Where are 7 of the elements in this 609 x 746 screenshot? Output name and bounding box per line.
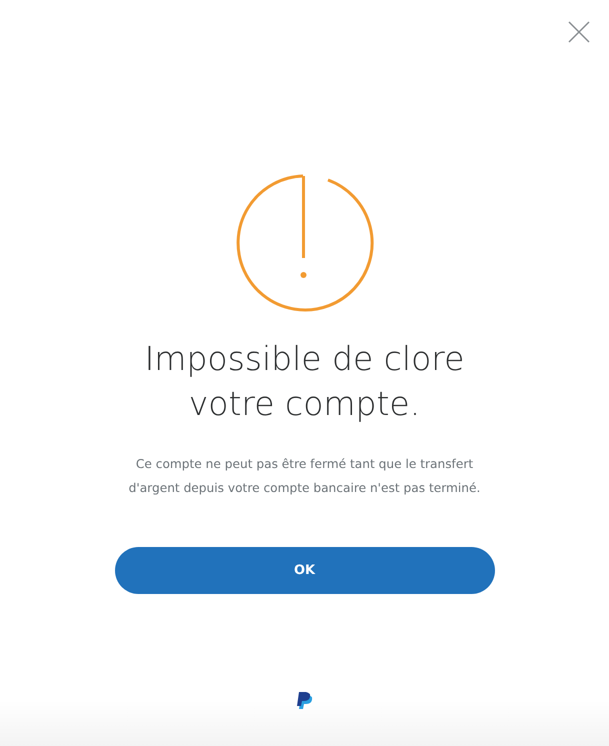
ok-button[interactable]: OK: [114, 547, 494, 594]
logo-icon: [296, 691, 314, 711]
dialog-message: Ce compte ne peut pas être fermé tant que le transfert d'argent depuis votre compte bancaire n'est pas terminé.: [128, 456, 482, 496]
close-icon: [567, 20, 591, 44]
close-button[interactable]: [567, 20, 591, 44]
dialog-title: Impossible de clore votre compte.: [144, 338, 466, 425]
warning-icon: [234, 173, 374, 313]
